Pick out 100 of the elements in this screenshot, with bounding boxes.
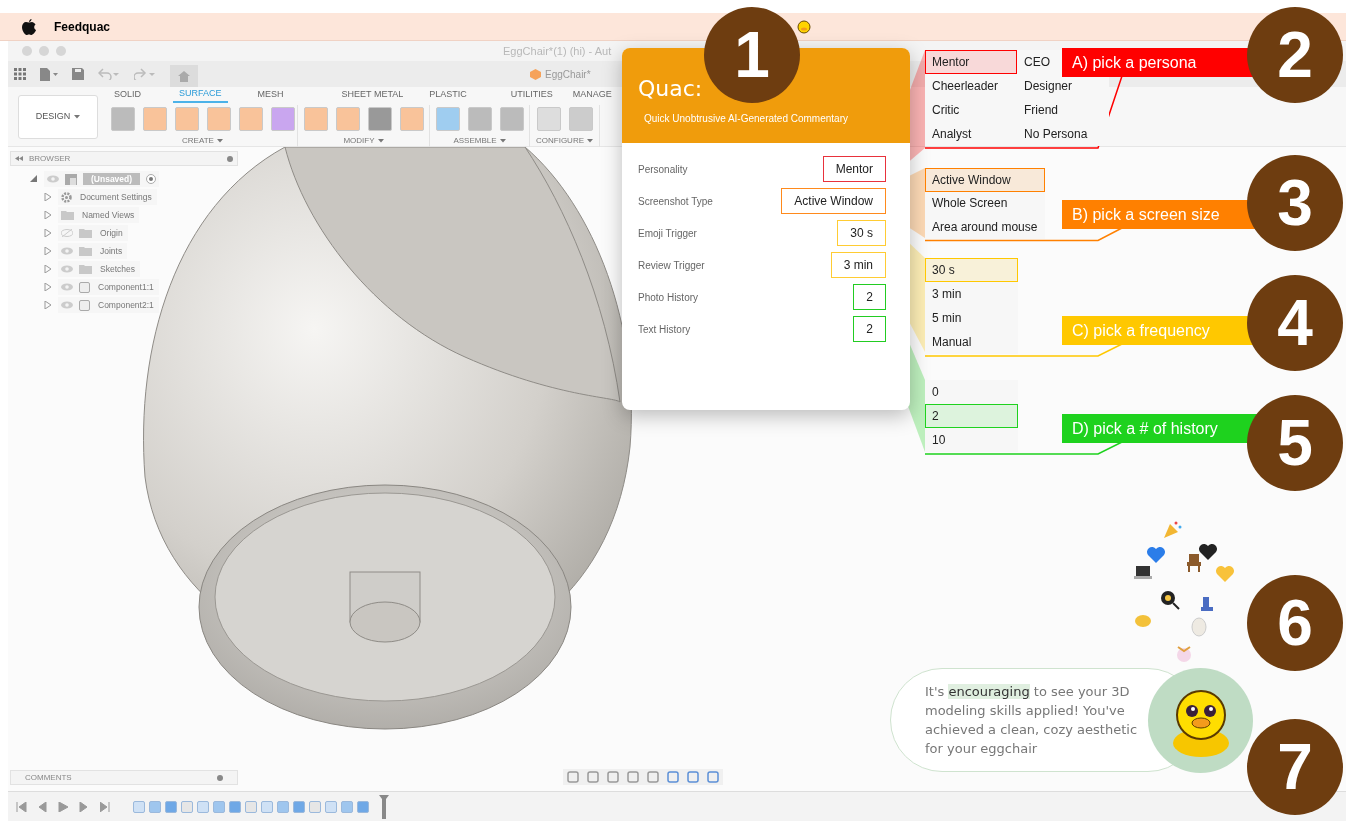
timeline-feature-icon[interactable] (229, 800, 241, 813)
timeline-feature-icon[interactable] (133, 800, 145, 813)
option-item[interactable]: CEO (1017, 50, 1057, 74)
option-item[interactable]: Manual (925, 330, 1018, 354)
setting-value-dropdown[interactable]: Active Window (781, 188, 886, 214)
tree-item[interactable]: Document Settings (58, 189, 157, 205)
option-item[interactable]: Whole Screen (925, 191, 1045, 215)
timeline-feature-icon[interactable] (309, 800, 321, 813)
caret-icon (377, 138, 384, 143)
play-icon[interactable] (58, 801, 69, 812)
tree-item[interactable]: Origin (58, 225, 128, 241)
setting-value-dropdown[interactable]: 2 (853, 284, 886, 310)
option-item[interactable]: 0 (925, 380, 1018, 404)
timeline-marker-icon[interactable] (379, 794, 389, 819)
option-item[interactable]: Friend (1017, 98, 1065, 122)
quac-logo: Quac: (638, 75, 704, 103)
option-item[interactable]: Area around mouse (925, 215, 1045, 239)
timeline-feature-icon[interactable] (293, 800, 305, 813)
window-title: EggChair*(1) (hi) - Aut (503, 43, 612, 59)
app-name[interactable]: Feedquac (54, 17, 110, 36)
setting-label: Screenshot Type (638, 194, 713, 209)
option-item[interactable]: Critic (925, 98, 1017, 122)
ribbon-tab[interactable]: SOLID (108, 86, 147, 103)
panel-pin-icon[interactable] (217, 774, 223, 781)
option-item[interactable]: 2 (925, 404, 1018, 428)
heart-icon (1198, 542, 1218, 562)
timeline-feature-icon[interactable] (165, 800, 177, 813)
timeline-feature-icon[interactable] (181, 800, 193, 813)
setting-value-dropdown[interactable]: Mentor (822, 156, 886, 182)
option-item[interactable]: Designer (1017, 74, 1080, 98)
option-item[interactable]: 10 (925, 428, 1018, 452)
collapsed-triangle-icon[interactable] (44, 301, 52, 309)
option-item[interactable]: 30 s (925, 258, 1018, 282)
apple-logo-icon[interactable] (22, 18, 36, 35)
app-grid-icon[interactable] (14, 68, 26, 80)
option-item[interactable]: Analyst (925, 122, 1017, 146)
timeline-feature-icon[interactable] (325, 800, 337, 813)
option-item[interactable]: 3 min (925, 282, 1018, 306)
panel-pin-icon[interactable] (227, 155, 233, 162)
save-icon[interactable] (72, 68, 84, 80)
ribbon-tab[interactable]: UTILITIES (504, 86, 559, 103)
setting-value-dropdown[interactable]: 30 s (837, 220, 886, 246)
timeline-feature-icon[interactable] (149, 800, 161, 813)
collapsed-triangle-icon[interactable] (44, 247, 52, 255)
tree-item[interactable]: Component1:1 (58, 279, 159, 295)
step-forward-icon[interactable] (79, 801, 90, 812)
ribbon-tab[interactable]: MESH (251, 86, 290, 103)
tree-item[interactable]: Named Views (58, 207, 140, 223)
duck-menu-icon[interactable] (797, 20, 811, 34)
eye-icon[interactable] (61, 283, 73, 291)
ribbon-tab[interactable]: MANAGE (566, 86, 618, 103)
option-item[interactable]: No Persona (1017, 122, 1095, 146)
timeline-feature-icon[interactable] (261, 800, 273, 813)
tree-item[interactable]: Sketches (58, 261, 140, 277)
collapsed-triangle-icon[interactable] (44, 265, 52, 273)
option-item[interactable]: 5 min (925, 306, 1018, 330)
ribbon-group-dropdown[interactable]: ASSEMBLE (453, 134, 506, 147)
collapsed-triangle-icon[interactable] (44, 229, 52, 237)
eye-icon[interactable] (47, 175, 59, 183)
eye-icon[interactable] (61, 247, 73, 255)
commentary-text: It's encouraging to see your 3D modeling skills applied! You've achieved a clean, cozy aesthetic for your eggchair (925, 683, 1139, 758)
undo-icon[interactable] (98, 68, 120, 80)
setting-value-dropdown[interactable]: 2 (853, 316, 886, 342)
ribbon-tab[interactable]: PLASTIC (423, 86, 473, 103)
expanded-triangle-icon[interactable] (30, 175, 38, 183)
egg-icon (1189, 617, 1209, 637)
step-back-icon[interactable] (37, 801, 48, 812)
tree-item[interactable]: Joints (58, 243, 128, 259)
go-to-start-icon[interactable] (16, 801, 27, 812)
ribbon-group-dropdown[interactable]: CONFIGURE (536, 134, 593, 147)
workspace-dropdown[interactable]: DESIGN (18, 94, 98, 139)
home-tab[interactable] (170, 65, 198, 87)
comments-title: COMMENTS (25, 771, 72, 784)
collapsed-triangle-icon[interactable] (44, 211, 52, 219)
timeline-feature-icon[interactable] (277, 800, 289, 813)
eye-icon[interactable] (61, 265, 73, 273)
redo-icon[interactable] (134, 68, 156, 80)
timeline-feature-icon[interactable] (213, 800, 225, 813)
collapse-arrows-icon[interactable] (15, 156, 23, 161)
file-icon[interactable] (40, 67, 58, 81)
ribbon-tab[interactable]: SHEET METAL (335, 86, 410, 103)
timeline-feature-icon[interactable] (245, 800, 257, 813)
timeline-feature-icon[interactable] (197, 800, 209, 813)
ribbon-group-dropdown[interactable]: CREATE (182, 134, 223, 147)
activate-radio-icon[interactable] (146, 174, 157, 184)
collapsed-triangle-icon[interactable] (44, 193, 52, 201)
eye-hidden-icon[interactable] (61, 229, 73, 237)
tree-item[interactable]: Component2:1 (58, 297, 159, 313)
go-to-end-icon[interactable] (100, 801, 111, 812)
option-item[interactable]: Active Window (925, 168, 1045, 192)
browser-title: BROWSER (29, 152, 71, 165)
ribbon-group-dropdown[interactable]: MODIFY (343, 134, 384, 147)
collapsed-triangle-icon[interactable] (44, 283, 52, 291)
option-item[interactable]: Cheerleader (925, 74, 1017, 98)
setting-value-dropdown[interactable]: 3 min (830, 252, 886, 278)
timeline-feature-icon[interactable] (357, 800, 369, 813)
timeline-feature-icon[interactable] (341, 800, 353, 813)
option-item[interactable]: Mentor (925, 50, 1017, 74)
heart-icon (1146, 545, 1166, 565)
eye-icon[interactable] (61, 301, 73, 309)
